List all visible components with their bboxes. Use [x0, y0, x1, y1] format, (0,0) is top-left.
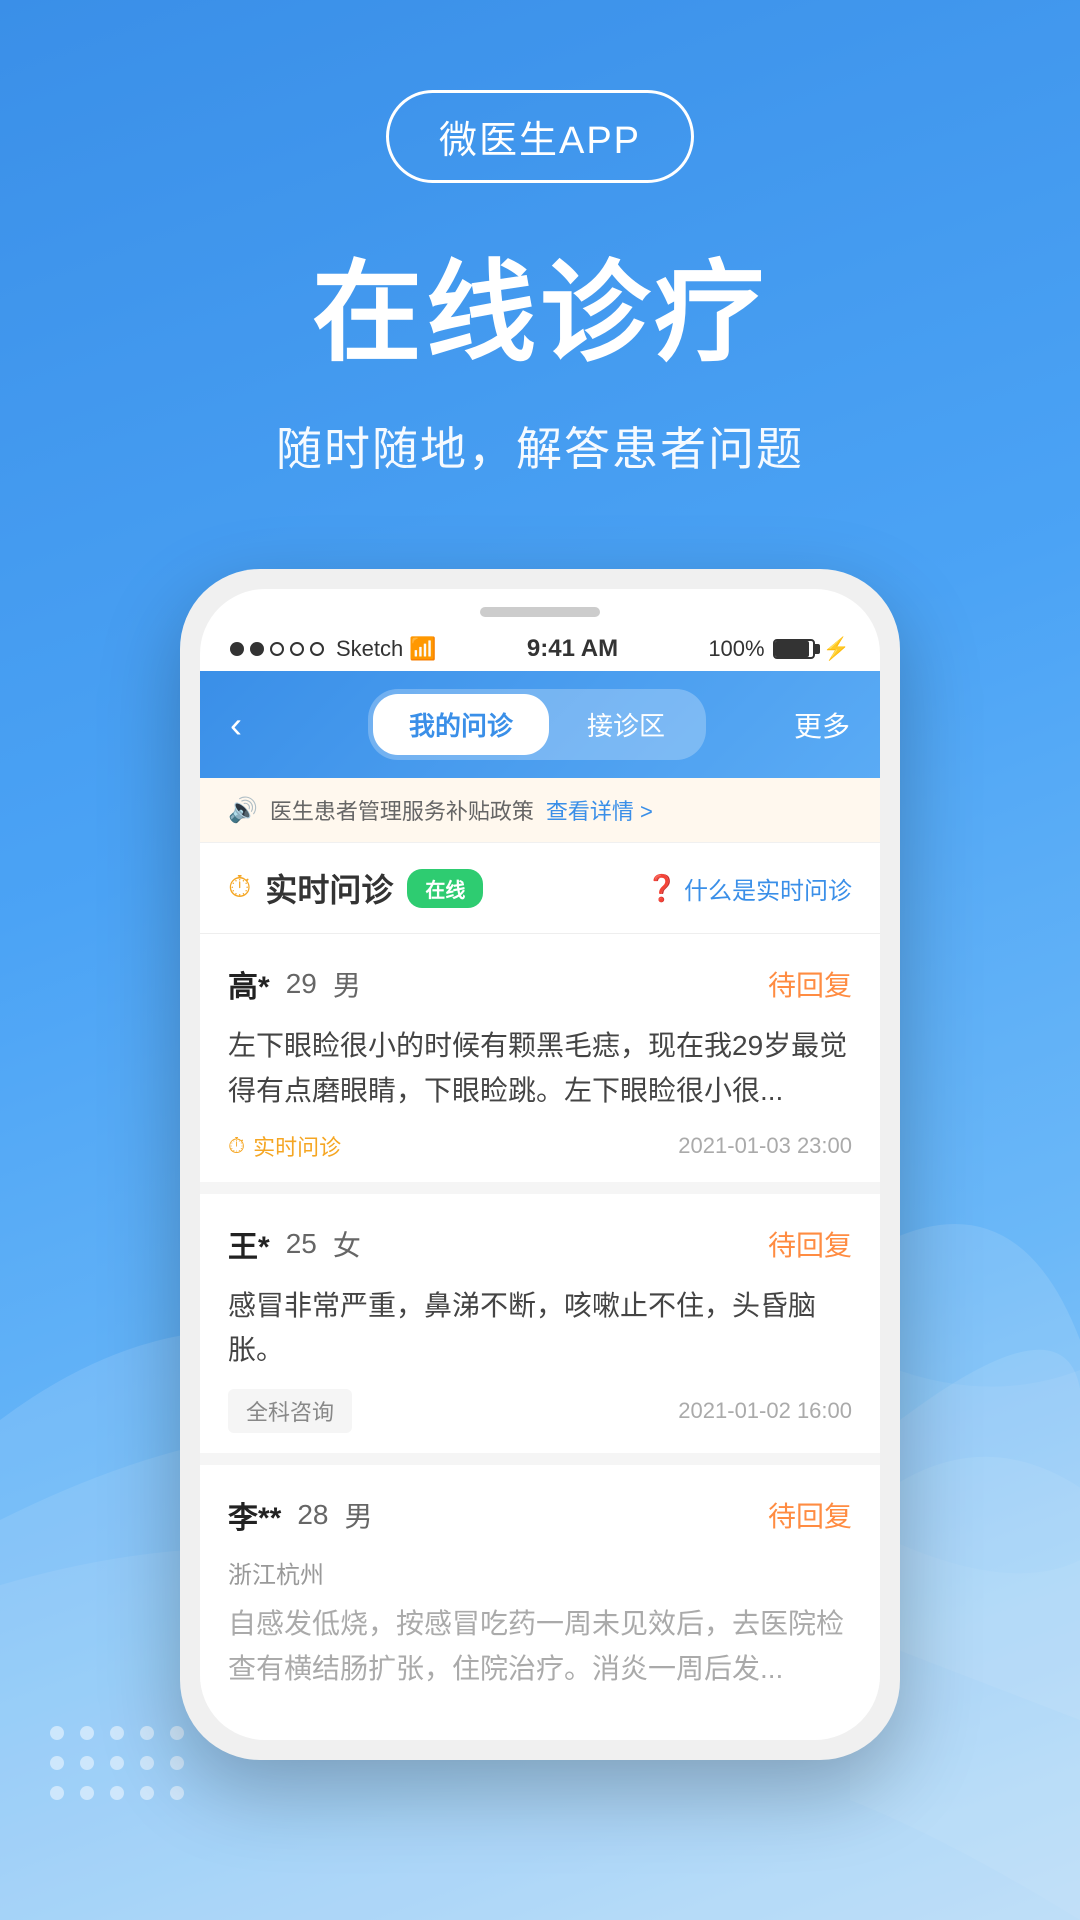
signal-dot-4	[290, 642, 304, 656]
lightning-icon: ⚡	[823, 636, 850, 662]
battery-percent: 100%	[708, 636, 764, 662]
patient-gender-2: 女	[333, 1224, 361, 1264]
case-card-1[interactable]: 高* 29 男 待回复 左下眼睑很小的时候有颗黑毛痣，现在我29岁最觉得有点磨眼…	[200, 934, 880, 1182]
patient-name-2: 王*	[228, 1222, 270, 1266]
patient-name-3: 李**	[228, 1493, 281, 1537]
patient-location-3: 浙江杭州	[228, 1555, 852, 1590]
battery-fill	[775, 641, 809, 657]
signal-dot-1	[230, 642, 244, 656]
case-description-2: 感冒非常严重，鼻涕不断，咳嗽止不住，头昏脑胀。	[228, 1284, 852, 1374]
dot-11	[50, 1786, 64, 1800]
patient-gender-1: 男	[333, 964, 361, 1004]
signal-dot-2	[250, 642, 264, 656]
case-card-3[interactable]: 李** 28 男 待回复 浙江杭州 自感发低烧，按感冒吃药一周未见效后，去医院检…	[200, 1465, 880, 1728]
dot-13	[110, 1786, 124, 1800]
case-tag-1: ⏱ 实时问诊	[228, 1130, 341, 1162]
wifi-icon: 📶	[409, 636, 436, 662]
main-title: 在线诊疗	[312, 223, 768, 383]
case-header-1: 高* 29 男 待回复	[228, 962, 852, 1006]
help-link[interactable]: ❓ 什么是实时问诊	[646, 871, 852, 906]
signal-dot-5	[310, 642, 324, 656]
carrier-name: Sketch	[336, 636, 403, 662]
sub-title: 随时随地，解答患者问题	[276, 413, 804, 479]
online-badge: 在线	[407, 869, 483, 908]
notice-bar: 🔊 医生患者管理服务补贴政策 查看详情 >	[200, 778, 880, 843]
case-time-2: 2021-01-02 16:00	[678, 1398, 852, 1424]
case-status-2: 待回复	[768, 1224, 852, 1264]
case-status-3: 待回复	[768, 1495, 852, 1535]
help-text: 什么是实时问诊	[684, 871, 852, 906]
case-header-2: 王* 25 女 待回复	[228, 1222, 852, 1266]
status-bar: Sketch 📶 9:41 AM 100% ⚡	[200, 627, 880, 671]
phone-speaker	[480, 607, 600, 617]
dot-15	[170, 1786, 184, 1800]
dot-12	[80, 1786, 94, 1800]
tag-label-1: 实时问诊	[253, 1130, 341, 1162]
tab-group: 我的问诊 接诊区	[368, 689, 706, 760]
tag-icon-1: ⏱	[228, 1133, 245, 1159]
case-footer-2: 全科咨询 2021-01-02 16:00	[228, 1389, 852, 1433]
tab-reception[interactable]: 接诊区	[551, 694, 701, 755]
case-footer-1: ⏱ 实时问诊 2021-01-03 23:00	[228, 1130, 852, 1162]
back-button[interactable]: ‹	[230, 704, 280, 746]
tab-my-consult[interactable]: 我的问诊	[373, 694, 549, 755]
realtime-icon: ⏱	[228, 871, 251, 905]
phone-mockup: Sketch 📶 9:41 AM 100% ⚡ ‹ 我的问诊 接诊区	[180, 569, 900, 1760]
patient-info-1: 高* 29 男	[228, 962, 361, 1006]
dot-14	[140, 1786, 154, 1800]
case-description-1: 左下眼睑很小的时候有颗黑毛痣，现在我29岁最觉得有点磨眼睛，下眼睑跳。左下眼睑很…	[228, 1024, 852, 1114]
status-carrier: Sketch 📶	[230, 636, 437, 662]
case-status-1: 待回复	[768, 964, 852, 1004]
status-time: 9:41 AM	[527, 635, 618, 663]
help-icon: ❓	[646, 873, 678, 904]
phone-mockup-container: Sketch 📶 9:41 AM 100% ⚡ ‹ 我的问诊 接诊区	[0, 569, 1080, 1760]
battery-icon	[773, 639, 815, 659]
patient-age-3: 28	[297, 1499, 328, 1531]
patient-age-1: 29	[286, 968, 317, 1000]
patient-gender-3: 男	[345, 1495, 373, 1535]
case-time-1: 2021-01-03 23:00	[678, 1133, 852, 1159]
notice-text: 医生患者管理服务补贴政策	[270, 794, 534, 826]
patient-age-2: 25	[286, 1228, 317, 1260]
signal-dot-3	[270, 642, 284, 656]
more-button[interactable]: 更多	[794, 705, 850, 745]
phone-screen: Sketch 📶 9:41 AM 100% ⚡ ‹ 我的问诊 接诊区	[200, 589, 880, 1740]
patient-name-1: 高*	[228, 962, 270, 1006]
notice-link[interactable]: 查看详情 >	[546, 794, 653, 826]
section-header: ⏱ 实时问诊 在线 ❓ 什么是实时问诊	[200, 843, 880, 934]
hero-section: 微医生APP 在线诊疗 随时随地，解答患者问题	[0, 0, 1080, 539]
case-tag-label-2: 全科咨询	[228, 1389, 352, 1433]
app-header: ‹ 我的问诊 接诊区 更多	[200, 671, 880, 778]
case-header-3: 李** 28 男 待回复	[228, 1493, 852, 1537]
section-title: ⏱ 实时问诊 在线	[228, 865, 483, 911]
case-description-3: 自感发低烧，按感冒吃药一周未见效后，去医院检查有横结肠扩张，住院治疗。消炎一周后…	[228, 1602, 852, 1692]
app-badge: 微医生APP	[386, 90, 694, 183]
patient-info-2: 王* 25 女	[228, 1222, 361, 1266]
status-battery: 100% ⚡	[708, 636, 850, 662]
case-card-2[interactable]: 王* 25 女 待回复 感冒非常严重，鼻涕不断，咳嗽止不住，头昏脑胀。 全科咨询…	[200, 1194, 880, 1454]
section-title-text: 实时问诊	[265, 865, 393, 911]
patient-info-3: 李** 28 男	[228, 1493, 373, 1537]
consult-list: ⏱ 实时问诊 在线 ❓ 什么是实时问诊 高* 29	[200, 843, 880, 1728]
notice-icon: 🔊	[228, 796, 258, 825]
